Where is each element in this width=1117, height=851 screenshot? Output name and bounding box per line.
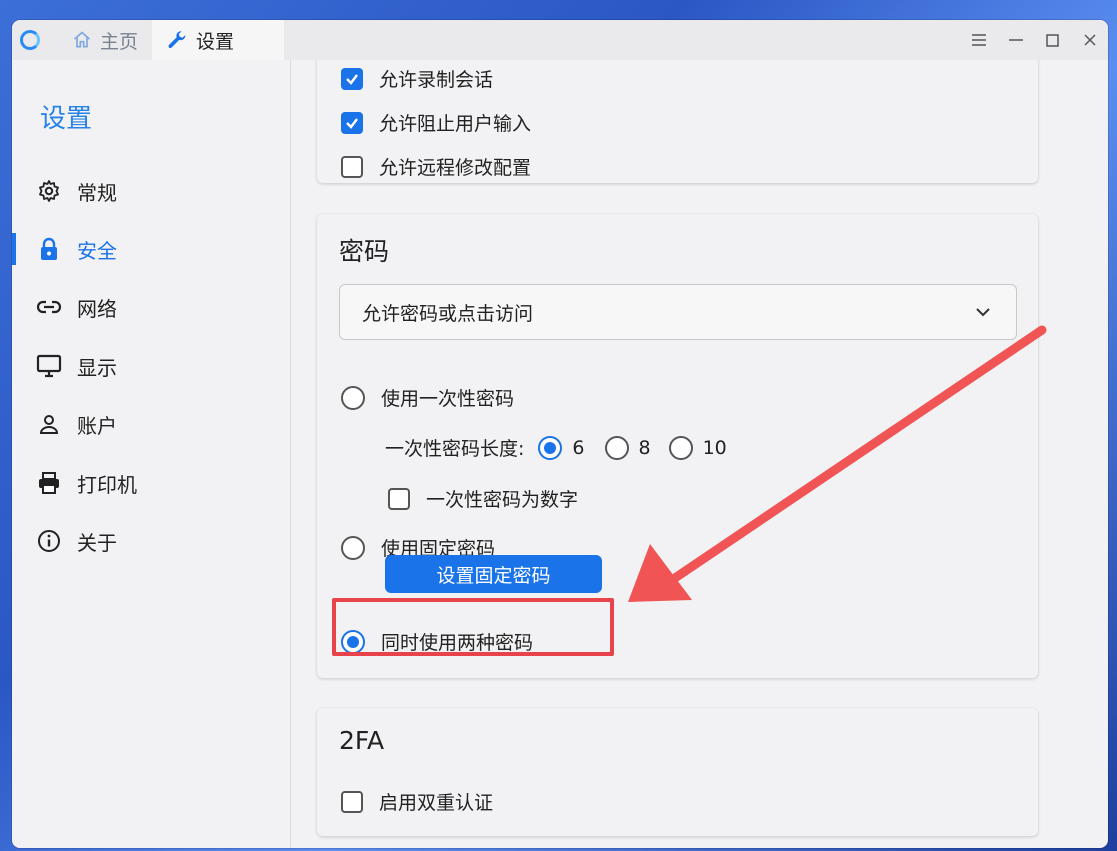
sidebar-item-display[interactable]: 显示 xyxy=(12,346,290,386)
sidebar-item-printer[interactable]: 打印机 xyxy=(12,463,290,503)
tab-settings[interactable]: 设置 xyxy=(152,20,285,60)
radio-button[interactable] xyxy=(341,535,365,560)
twofa-card: 2FA 启用双重认证 xyxy=(317,708,1038,836)
checkbox[interactable] xyxy=(341,67,363,90)
menu-icon[interactable] xyxy=(960,20,997,60)
sidebar-item-security[interactable]: 安全 xyxy=(12,229,290,269)
wrench-icon xyxy=(168,31,186,48)
sidebar-item-about[interactable]: 关于 xyxy=(12,521,290,561)
sidebar-title: 设置 xyxy=(40,104,93,134)
access-mode-select[interactable]: 允许密码或点击访问 xyxy=(339,284,1017,340)
set-fixed-password-button[interactable]: 设置固定密码 xyxy=(385,555,602,593)
sidebar-item-label: 打印机 xyxy=(77,472,137,497)
monitor-icon xyxy=(36,353,62,379)
twofa-section-title: 2FA xyxy=(339,726,385,755)
otp-length-row: 一次性密码长度: 6 8 10 xyxy=(385,434,727,461)
length-6-label: 6 xyxy=(572,436,585,459)
chevron-down-icon xyxy=(976,307,990,316)
permissions-card: 允许录制会话 允许阻止用户输入 允许远程修改配置 xyxy=(317,60,1038,183)
checkbox-label: 允许阻止用户输入 xyxy=(379,113,532,135)
minimize-icon[interactable] xyxy=(997,20,1034,60)
radio-label: 使用一次性密码 xyxy=(381,388,515,410)
radio-one-time-password[interactable]: 使用一次性密码 xyxy=(341,384,514,411)
radio-length-10[interactable] xyxy=(668,435,693,460)
password-section-title: 密码 xyxy=(339,237,390,266)
checkbox-label: 允许远程修改配置 xyxy=(379,157,532,179)
sidebar-item-label: 网络 xyxy=(77,296,117,321)
annotation-highlight-box xyxy=(332,598,614,656)
home-icon xyxy=(73,31,91,48)
checkbox[interactable] xyxy=(341,790,363,813)
sidebar-item-network[interactable]: 网络 xyxy=(12,287,290,327)
window-controls xyxy=(960,20,1108,60)
info-icon xyxy=(36,528,62,554)
tab-settings-label: 设置 xyxy=(196,30,235,53)
sidebar-item-general[interactable]: 常规 xyxy=(12,171,290,211)
length-8-label: 8 xyxy=(638,436,651,459)
active-indicator xyxy=(12,233,16,265)
lock-icon xyxy=(36,236,62,262)
checkbox-enable-2fa[interactable]: 启用双重认证 xyxy=(341,788,493,815)
checkbox[interactable] xyxy=(341,111,363,134)
permission-block-input[interactable]: 允许阻止用户输入 xyxy=(341,109,531,136)
permission-remote-config[interactable]: 允许远程修改配置 xyxy=(341,153,531,180)
printer-icon xyxy=(36,470,62,496)
sidebar-item-label: 关于 xyxy=(77,530,117,555)
close-icon[interactable] xyxy=(1071,20,1108,60)
otp-length-label: 一次性密码长度: xyxy=(385,438,525,460)
radio-length-8[interactable] xyxy=(604,435,629,460)
checkbox-label: 启用双重认证 xyxy=(379,792,494,814)
user-icon xyxy=(36,411,62,437)
maximize-icon[interactable] xyxy=(1034,20,1071,60)
sidebar-item-account[interactable]: 账户 xyxy=(12,404,290,444)
sidebar: 设置 常规 安全 网络 显示 账户 打印机 关于 xyxy=(12,60,291,848)
settings-content[interactable]: 允许录制会话 允许阻止用户输入 允许远程修改配置 密码 允许密码或点击访问 使用… xyxy=(291,60,1108,848)
radio-button[interactable] xyxy=(341,385,365,410)
sidebar-item-label: 显示 xyxy=(77,355,117,380)
permission-record-session[interactable]: 允许录制会话 xyxy=(341,65,493,92)
check-icon xyxy=(346,117,358,129)
length-10-label: 10 xyxy=(702,436,727,459)
access-mode-value: 允许密码或点击访问 xyxy=(362,302,534,325)
radio-length-6[interactable] xyxy=(538,435,563,460)
checkbox-otp-numeric[interactable]: 一次性密码为数字 xyxy=(388,485,578,512)
tab-home[interactable]: 主页 xyxy=(58,20,152,60)
title-bar: 主页 设置 xyxy=(12,20,1108,60)
check-icon xyxy=(346,73,358,85)
sidebar-item-label: 账户 xyxy=(77,413,117,438)
tab-home-label: 主页 xyxy=(100,30,139,53)
link-icon xyxy=(36,294,62,320)
checkbox-label: 一次性密码为数字 xyxy=(426,489,579,511)
checkbox[interactable] xyxy=(388,487,410,510)
gear-icon xyxy=(36,178,62,204)
checkbox-label: 允许录制会话 xyxy=(379,69,494,91)
app-window: 主页 设置 设置 常规 安全 网络 显示 账户 打印机 关于 允许录制会话 允许… xyxy=(12,20,1108,848)
sidebar-item-label: 常规 xyxy=(77,180,117,205)
app-logo-icon xyxy=(20,30,40,50)
sidebar-item-label: 安全 xyxy=(77,238,117,263)
checkbox[interactable] xyxy=(341,155,363,178)
